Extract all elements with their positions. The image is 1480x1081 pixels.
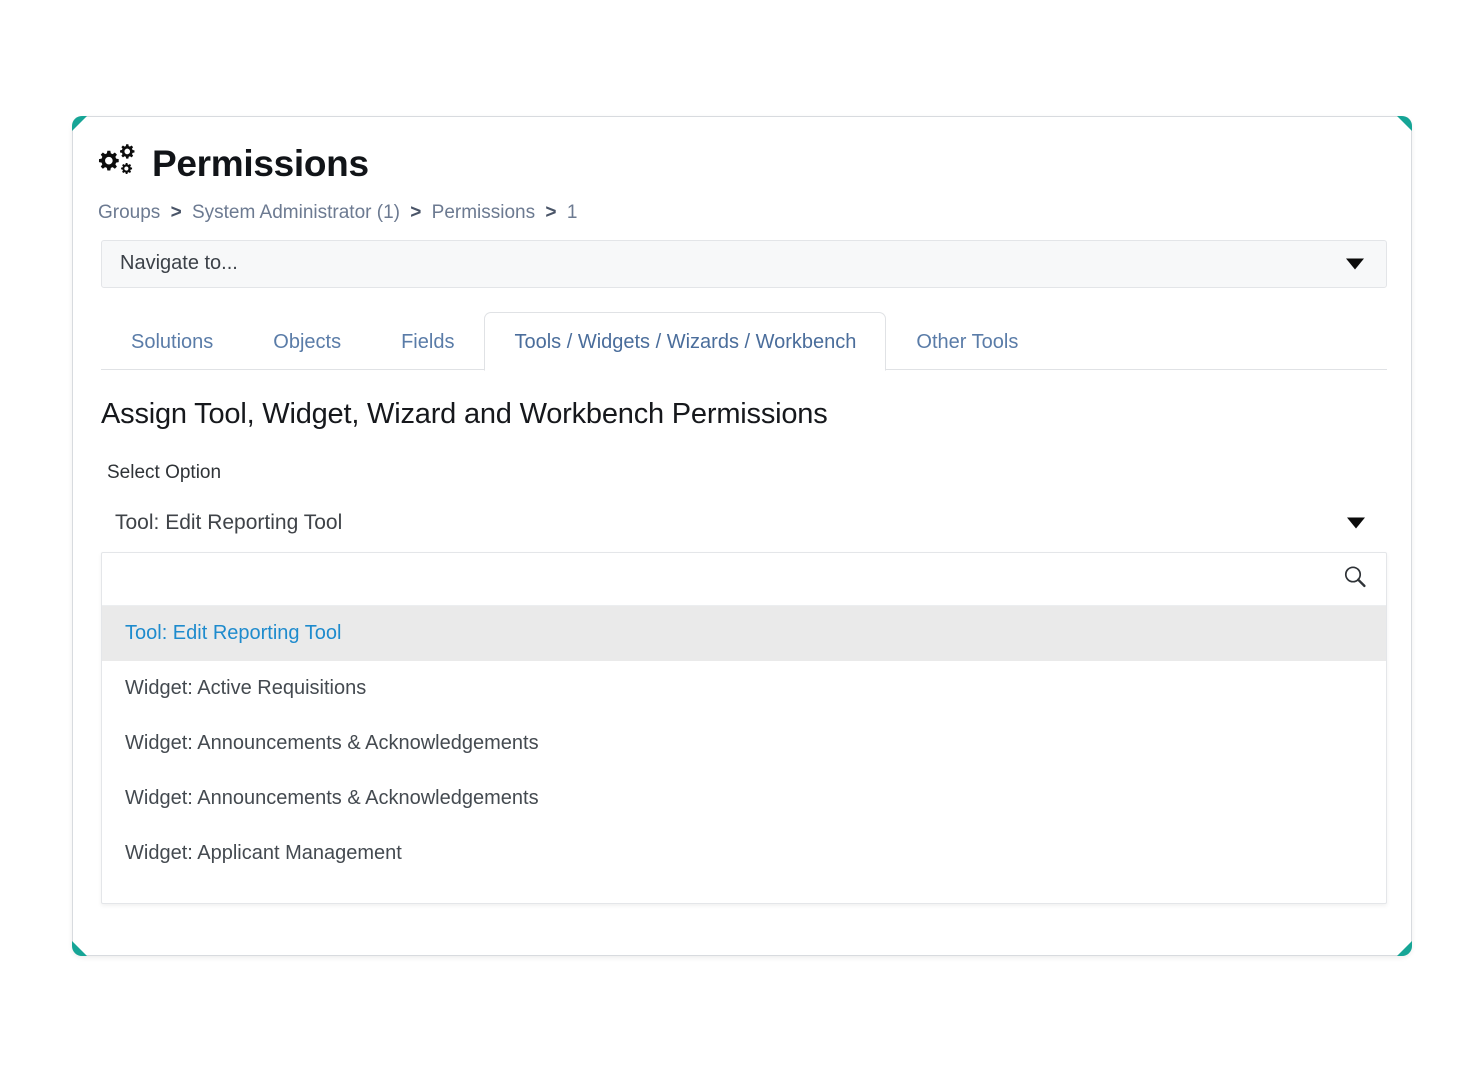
dropdown-option-widget-announcements-acknowledgements-2[interactable]: Widget: Announcements & Acknowledgements	[102, 771, 1386, 826]
breadcrumb-item-1[interactable]: 1	[567, 202, 578, 223]
search-icon[interactable]	[1342, 563, 1368, 594]
tab-fields[interactable]: Fields	[371, 312, 484, 370]
tab-objects[interactable]: Objects	[243, 312, 371, 370]
select-option-label: Select Option	[107, 461, 222, 483]
breadcrumb-separator: >	[545, 202, 557, 223]
cogs-icon	[97, 143, 139, 183]
tab-label: Fields	[401, 330, 455, 353]
tab-solutions[interactable]: Solutions	[101, 312, 243, 370]
breadcrumb-item-groups[interactable]: Groups	[98, 202, 160, 223]
option-label: Widget: Applicant Management	[125, 841, 402, 864]
page-title: Permissions	[95, 143, 1389, 183]
select-option-dropdown: Tool: Edit Reporting Tool Widget: Active…	[101, 551, 1387, 904]
option-label: Widget: Announcements & Acknowledgements	[125, 786, 539, 809]
option-label: Widget: Active Requisitions	[125, 676, 367, 699]
option-label: Tool: Edit Reporting Tool	[125, 621, 342, 644]
breadcrumb: Groups > System Administrator (1) > Perm…	[95, 202, 1389, 225]
select-option-control[interactable]: Tool: Edit Reporting Tool	[101, 500, 1387, 546]
tab-label: Tools / Widgets / Wizards / Workbench	[514, 330, 857, 353]
breadcrumb-item-permissions[interactable]: Permissions	[432, 202, 535, 223]
permissions-card: Permissions Groups > System Administrato…	[72, 116, 1412, 956]
dropdown-option-widget-active-requisitions[interactable]: Widget: Active Requisitions	[102, 661, 1386, 716]
tab-label: Objects	[273, 330, 342, 353]
navigate-to-value: Navigate to...	[120, 252, 238, 275]
dropdown-bottom-padding	[102, 881, 1386, 903]
option-label: Widget: Announcements & Acknowledgements	[125, 731, 539, 754]
navigate-to-select[interactable]: Navigate to...	[101, 239, 1387, 288]
select-option-value: Tool: Edit Reporting Tool	[115, 510, 343, 534]
chevron-down-icon	[1346, 258, 1364, 270]
breadcrumb-separator: >	[170, 202, 182, 223]
section-title: Assign Tool, Widget, Wizard and Workbenc…	[101, 397, 828, 430]
tab-other-tools[interactable]: Other Tools	[886, 312, 1048, 370]
dropdown-option-widget-announcements-acknowledgements-1[interactable]: Widget: Announcements & Acknowledgements	[102, 716, 1386, 771]
search-input[interactable]	[102, 552, 1386, 605]
dropdown-search-row	[102, 552, 1386, 606]
page-title-text: Permissions	[152, 142, 369, 184]
breadcrumb-separator: >	[410, 202, 422, 223]
dropdown-option-widget-applicant-management[interactable]: Widget: Applicant Management	[102, 826, 1386, 881]
tab-bar: Solutions Objects Fields Tools / Widgets…	[101, 310, 1387, 371]
breadcrumb-item-system-administrator[interactable]: System Administrator (1)	[192, 202, 400, 223]
tab-label: Other Tools	[916, 330, 1019, 353]
dropdown-option-tool-edit-reporting-tool[interactable]: Tool: Edit Reporting Tool	[102, 605, 1386, 661]
tab-label: Solutions	[131, 330, 214, 353]
tab-tools-widgets-wizards-workbench[interactable]: Tools / Widgets / Wizards / Workbench	[484, 311, 887, 371]
chevron-down-icon	[1347, 517, 1365, 529]
